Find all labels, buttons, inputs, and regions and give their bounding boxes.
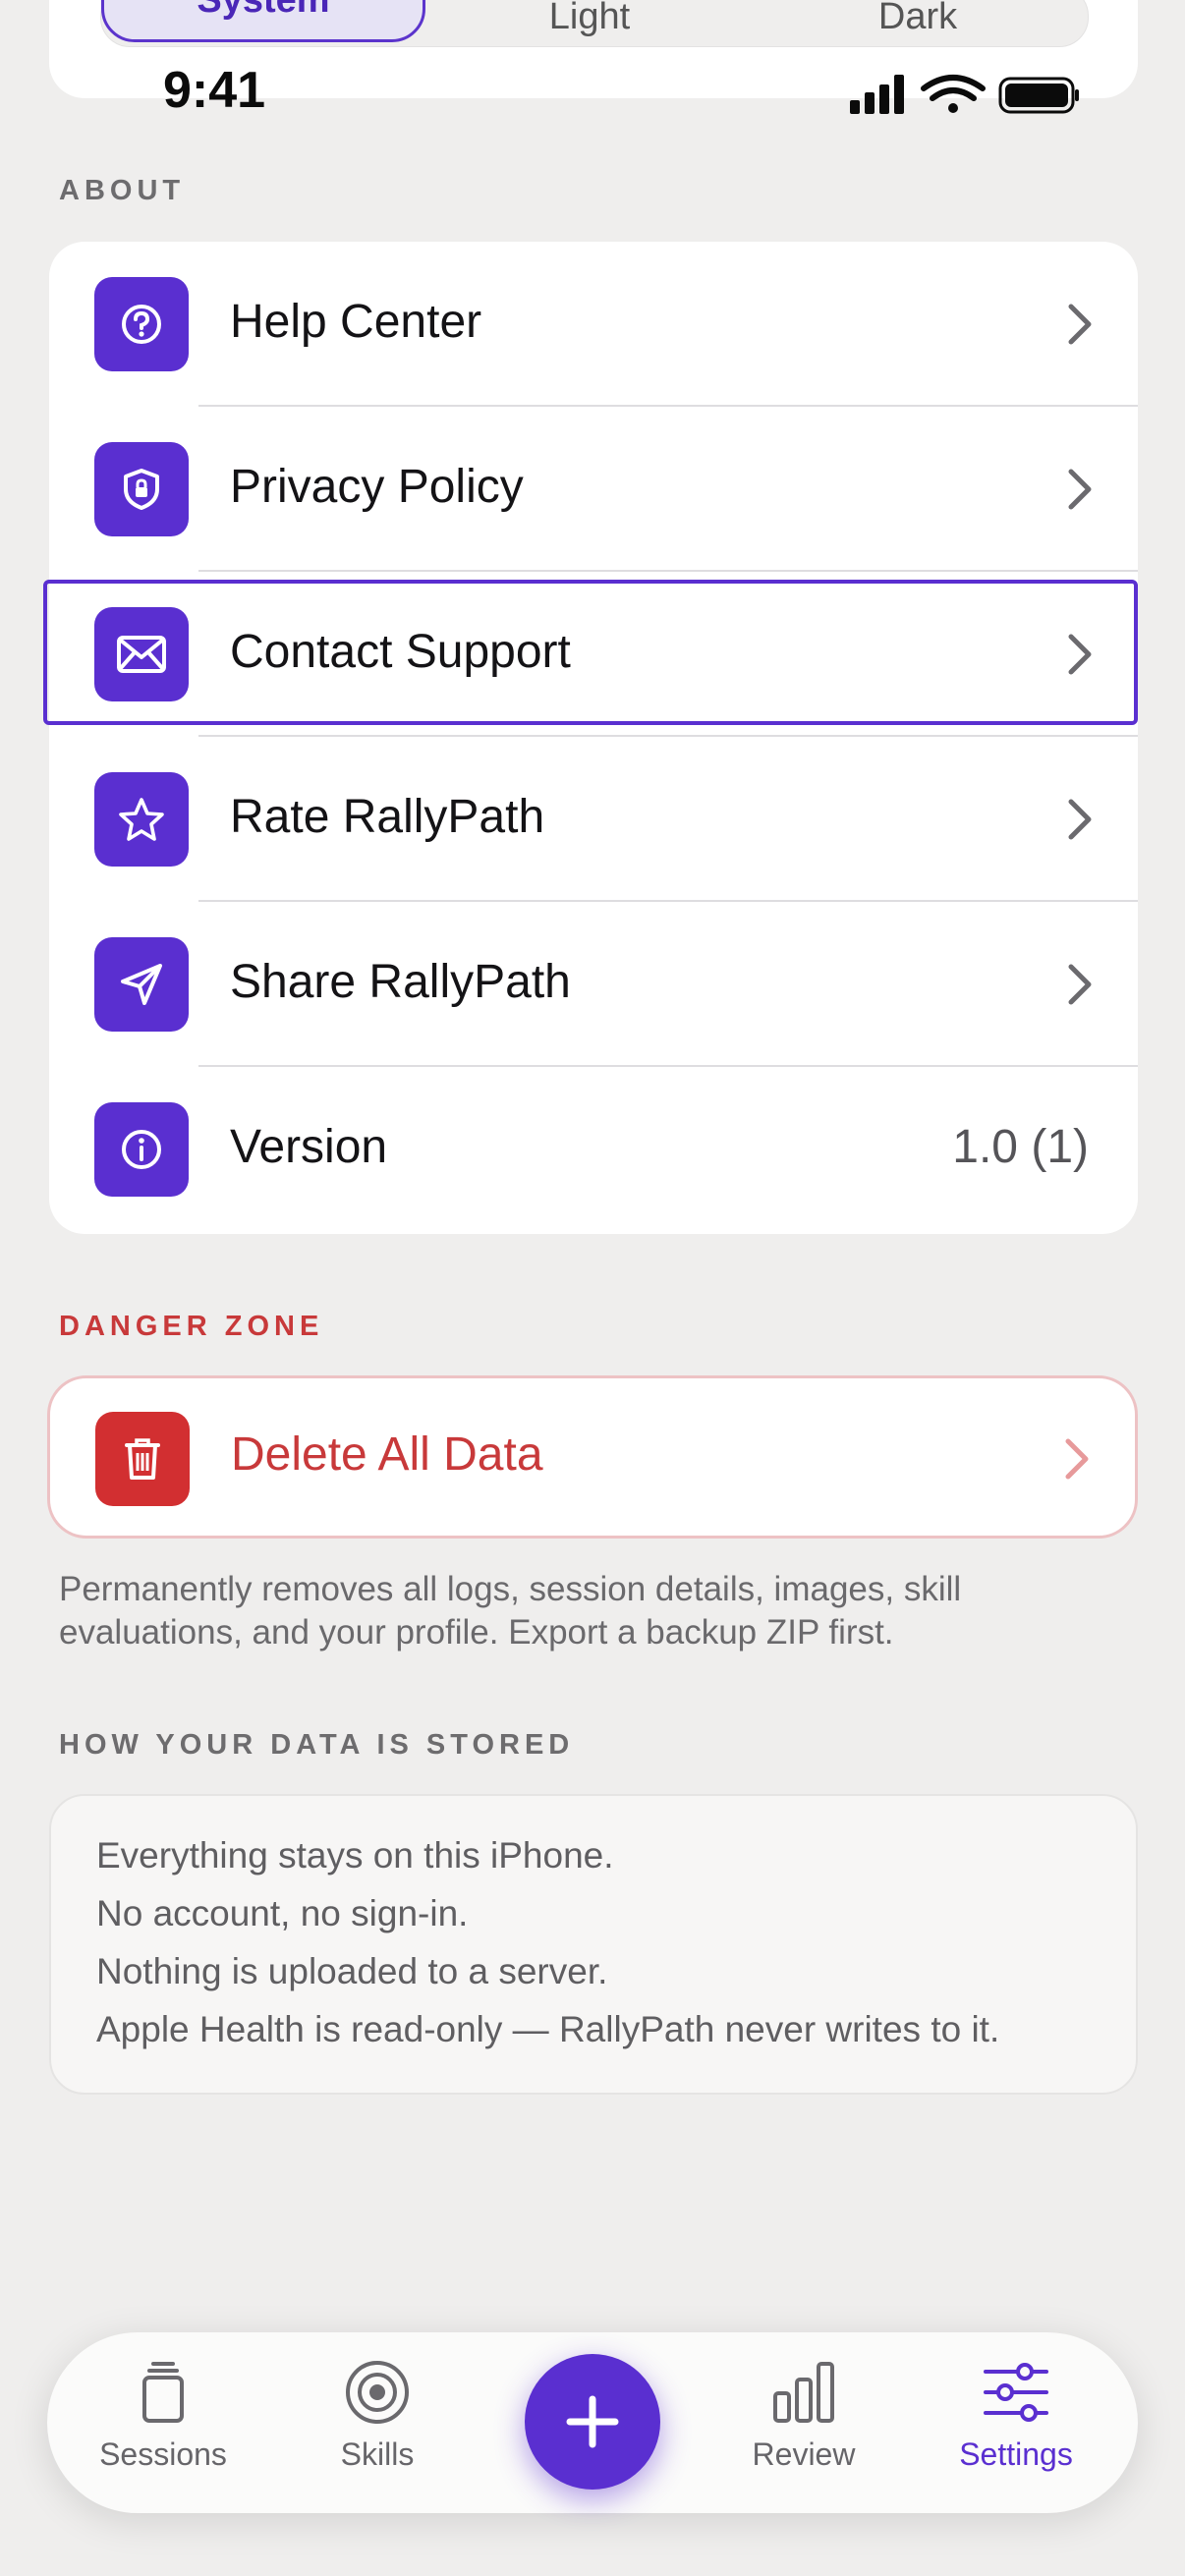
target-icon	[346, 2361, 409, 2424]
appearance-segmented-control: System Light Dark	[100, 0, 1089, 47]
status-time: 9:41	[163, 62, 266, 119]
tab-sessions[interactable]: Sessions	[65, 2358, 261, 2495]
privacy-policy-label: Privacy Policy	[230, 461, 524, 513]
tab-review-label: Review	[752, 2436, 856, 2472]
tab-skills[interactable]: Skills	[279, 2358, 476, 2495]
star-icon	[94, 772, 189, 867]
chevron-right-icon	[1068, 964, 1092, 1005]
chevron-right-icon	[1065, 1438, 1089, 1480]
help-center-label: Help Center	[230, 296, 482, 348]
privacy-policy-row[interactable]: Privacy Policy	[49, 407, 1138, 572]
info-icon	[94, 1102, 189, 1197]
tab-settings-label: Settings	[959, 2436, 1073, 2472]
paper-plane-icon	[94, 937, 189, 1032]
storage-line: No account, no sign-in.	[96, 1893, 469, 1933]
rate-app-row[interactable]: Rate RallyPath	[49, 737, 1138, 902]
tab-sessions-label: Sessions	[99, 2436, 227, 2472]
tab-skills-label: Skills	[340, 2436, 415, 2472]
appearance-option-light[interactable]: Light	[427, 0, 752, 46]
envelope-icon	[94, 607, 189, 701]
add-session-button[interactable]	[525, 2354, 660, 2490]
shield-lock-icon	[94, 442, 189, 536]
delete-all-data-label: Delete All Data	[231, 1428, 543, 1481]
about-section-header: ABOUT	[59, 175, 186, 206]
chevron-right-icon	[1068, 304, 1092, 345]
plus-icon	[566, 2395, 619, 2448]
chevron-right-icon	[1068, 634, 1092, 675]
version-value: 1.0 (1)	[952, 1121, 1089, 1173]
wifi-icon	[921, 75, 986, 101]
version-label: Version	[230, 1121, 388, 1173]
tab-settings[interactable]: Settings	[918, 2358, 1114, 2495]
share-app-label: Share RallyPath	[230, 956, 571, 1008]
tab-bar: Sessions Skills Review Settings	[47, 2332, 1138, 2513]
help-center-row[interactable]: Help Center	[49, 242, 1138, 407]
danger-zone-header: DANGER ZONE	[59, 1311, 324, 1342]
bar-chart-icon	[773, 2362, 834, 2423]
cellular-signal-icon	[850, 75, 904, 114]
storage-line: Apple Health is read-only — RallyPath ne…	[96, 2009, 1000, 2049]
status-icons	[850, 75, 1079, 114]
tab-review[interactable]: Review	[705, 2358, 902, 2495]
share-app-row[interactable]: Share RallyPath	[49, 902, 1138, 1067]
delete-all-data-button[interactable]: Delete All Data	[47, 1375, 1138, 1539]
storage-info-card: Everything stays on this iPhone. No acco…	[49, 1794, 1138, 2095]
storage-section-header: HOW YOUR DATA IS STORED	[59, 1729, 575, 1761]
contact-support-label: Contact Support	[230, 626, 571, 678]
sessions-icon	[142, 2362, 184, 2423]
contact-support-row[interactable]: Contact Support	[43, 572, 1138, 737]
version-row: Version 1.0 (1)	[49, 1067, 1138, 1232]
question-icon	[94, 277, 189, 371]
chevron-right-icon	[1068, 799, 1092, 840]
storage-line: Everything stays on this iPhone.	[96, 1835, 614, 1876]
trash-icon	[95, 1412, 190, 1506]
chevron-right-icon	[1068, 469, 1092, 510]
delete-data-footnote: Permanently removes all logs, session de…	[59, 1570, 962, 1652]
sliders-icon	[984, 2363, 1048, 2422]
rate-app-label: Rate RallyPath	[230, 791, 545, 843]
focus-ring	[43, 580, 1138, 725]
appearance-option-dark[interactable]: Dark	[756, 0, 1080, 46]
battery-icon	[998, 77, 1079, 114]
about-card: Help Center Privacy Policy Contact Suppo…	[43, 242, 1138, 1234]
appearance-option-system[interactable]: System	[101, 0, 425, 42]
storage-line: Nothing is uploaded to a server.	[96, 1951, 608, 1991]
